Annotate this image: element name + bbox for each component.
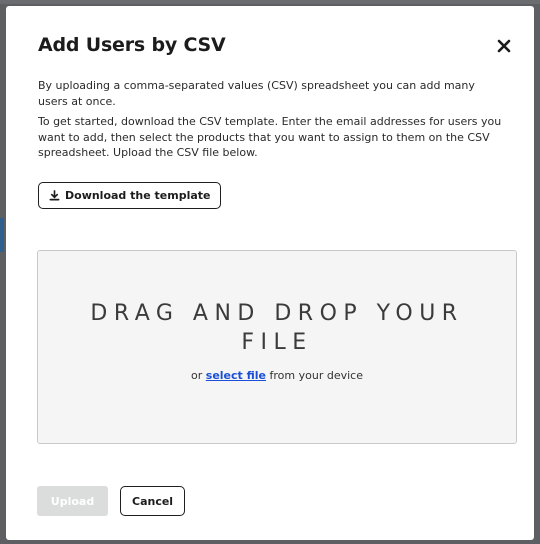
close-button[interactable] <box>492 34 516 58</box>
dropzone-title: DRAG AND DROP YOUR FILE <box>90 301 464 355</box>
dialog-footer: Upload Cancel <box>37 486 186 516</box>
dropzone-sub-prefix: or <box>191 369 203 382</box>
description-instructions: To get started, download the CSV templat… <box>38 115 502 159</box>
download-template-button[interactable]: Download the template <box>38 181 222 209</box>
dropzone-subtext: or select file from your device <box>38 369 516 382</box>
download-template-label: Download the template <box>65 188 211 202</box>
dialog-header: Add Users by CSV <box>38 6 511 78</box>
description-intro: By uploading a comma-separated values (C… <box>38 79 475 108</box>
select-file-link[interactable]: select file <box>206 369 266 382</box>
close-icon <box>497 39 511 53</box>
dropzone-sub-suffix: from your device <box>269 369 363 382</box>
file-dropzone[interactable]: DRAG AND DROP YOUR FILE or select file f… <box>37 250 517 444</box>
background-accent <box>0 218 4 252</box>
upload-button[interactable]: Upload <box>37 486 108 516</box>
download-icon <box>49 189 60 200</box>
background-overlay <box>0 0 540 4</box>
add-users-csv-dialog: Add Users by CSV By uploading a comma-se… <box>6 6 534 540</box>
dialog-title: Add Users by CSV <box>38 34 226 56</box>
cancel-button[interactable]: Cancel <box>120 486 186 516</box>
